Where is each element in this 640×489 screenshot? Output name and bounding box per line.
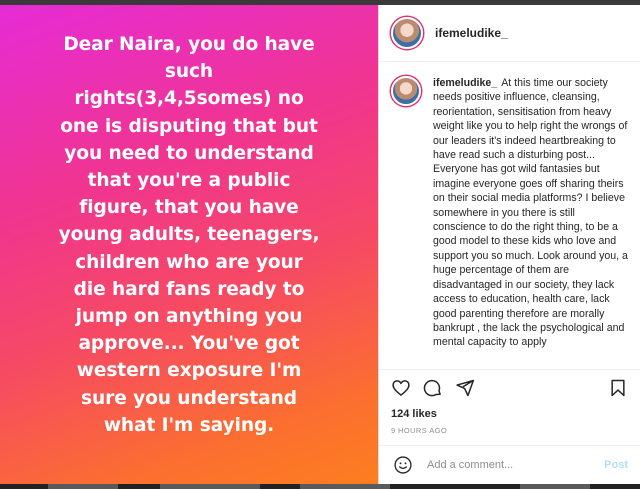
post-image: Dear Naira, you do have such rights(3,4,… (0, 5, 378, 484)
post-timestamp: 9 HOURS AGO (391, 426, 448, 435)
post-button[interactable]: Post (604, 459, 628, 471)
likes-count[interactable]: 124 likes (379, 405, 640, 423)
header-username[interactable]: ifemeludike_ (435, 26, 508, 40)
comment-username[interactable]: ifemeludike_ (433, 77, 497, 89)
bookmark-icon[interactable] (606, 376, 630, 400)
avatar[interactable] (391, 17, 423, 49)
action-bar (379, 369, 640, 405)
share-icon[interactable] (453, 376, 477, 400)
comment-input[interactable]: Add a comment... (427, 459, 604, 471)
comment-icon[interactable] (421, 376, 445, 400)
heart-icon[interactable] (389, 376, 413, 400)
avatar[interactable] (391, 76, 421, 106)
smiley-icon[interactable] (391, 453, 415, 477)
add-comment-bar: Add a comment... Post (379, 445, 640, 484)
comment-text: At this time our society needs positive … (433, 77, 628, 349)
post-header: ifemeludike_ (379, 5, 640, 62)
post-image-text: Dear Naira, you do have such rights(3,4,… (58, 34, 320, 436)
post-side-panel: ifemeludike_ ifemeludike_ At this time ou… (378, 5, 640, 484)
bottom-thumbnail-strip (0, 484, 640, 489)
comment-body: ifemeludike_ At this time our society nee… (433, 76, 628, 369)
caption-comment: ifemeludike_ At this time our society nee… (379, 62, 640, 369)
